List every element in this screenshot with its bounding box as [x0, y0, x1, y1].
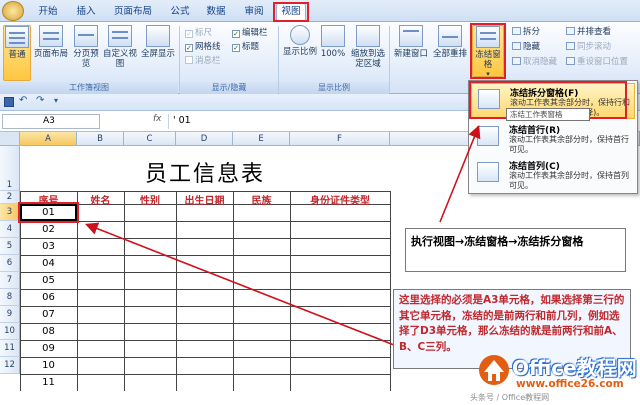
watermark-faint: 头条号 / Office教程网 — [470, 393, 550, 402]
step-callout: 执行视图→冻结窗格→冻结拆分窗格 — [405, 228, 626, 272]
watermark-brand: Office教程网 — [512, 356, 637, 380]
watermark-url: www.office26.com — [516, 378, 624, 390]
office-logo-icon — [479, 355, 509, 385]
arrow-to-freeze-menu — [439, 125, 481, 223]
arrow-to-cell-a3 — [85, 222, 395, 346]
